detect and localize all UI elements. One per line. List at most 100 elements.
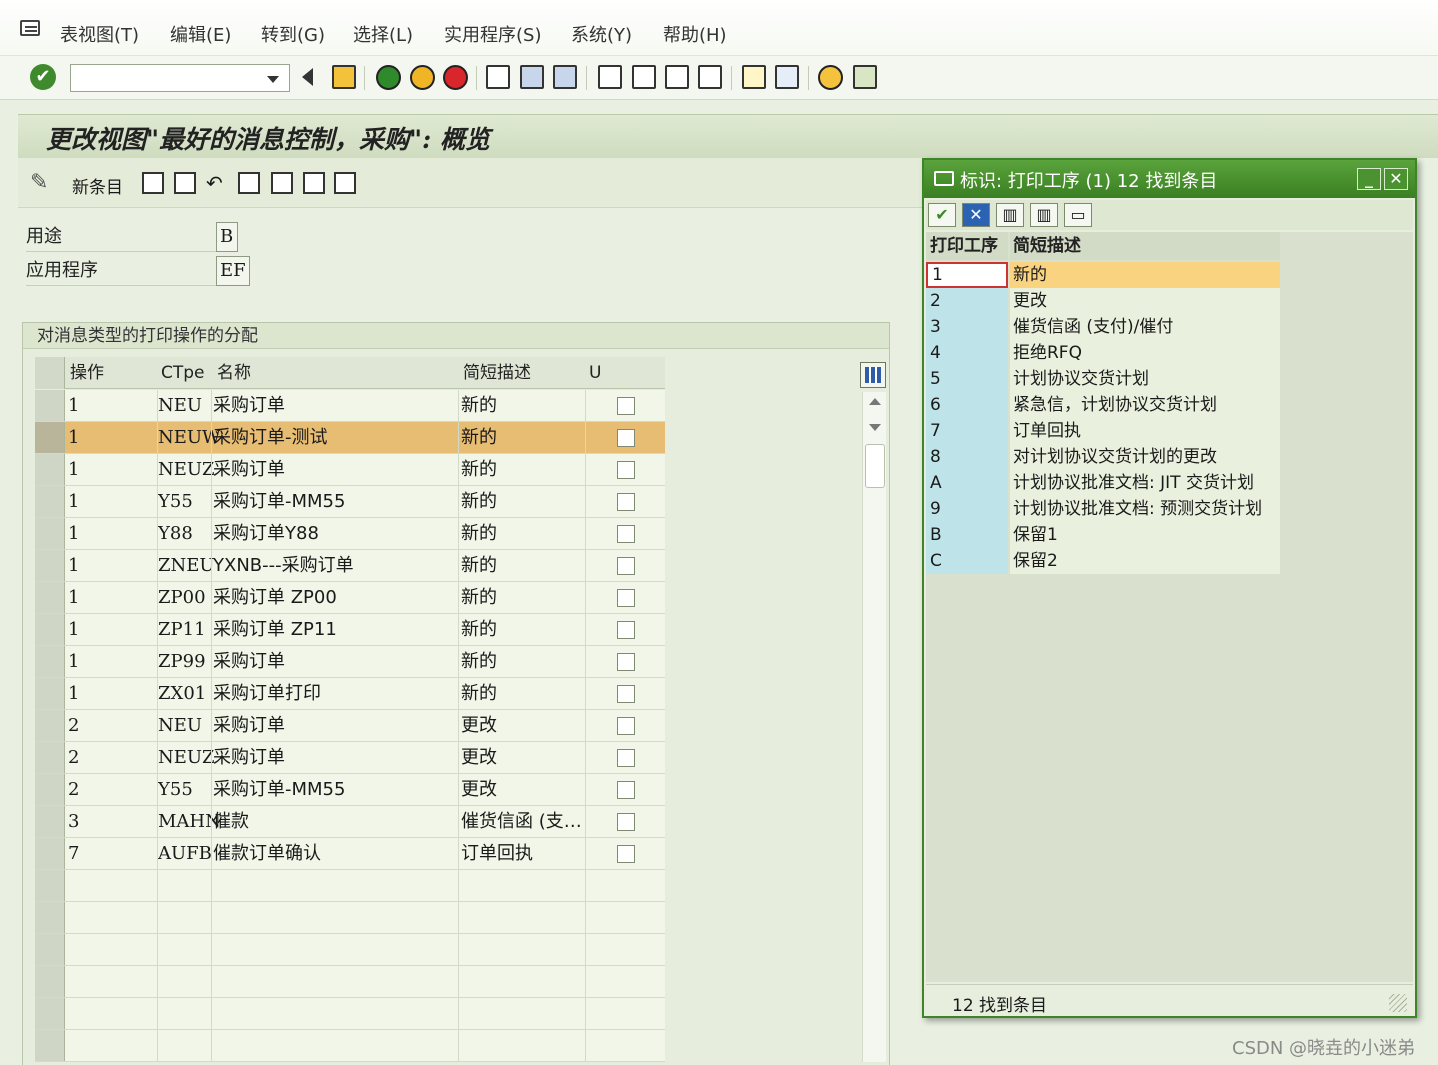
- table-row[interactable]: 2 Y55 采购订单-MM55 更改: [35, 774, 665, 806]
- hit-list-row[interactable]: A 计划协议批准文档: JIT 交货计划: [926, 470, 1280, 496]
- deselect-all-icon[interactable]: [303, 172, 325, 194]
- col-u[interactable]: U: [585, 357, 601, 389]
- find-icon[interactable]: [520, 65, 544, 89]
- u-checkbox[interactable]: [617, 461, 635, 479]
- u-checkbox[interactable]: [617, 493, 635, 511]
- col-operation[interactable]: 操作: [66, 357, 104, 389]
- cell-short-description[interactable]: 新的: [1010, 262, 1280, 288]
- cell-ctpe[interactable]: Y88: [158, 518, 193, 549]
- command-field[interactable]: [70, 64, 290, 92]
- row-selector[interactable]: [35, 678, 65, 709]
- col-name[interactable]: 名称: [213, 357, 251, 389]
- cell-print-operation[interactable]: A: [926, 470, 1008, 496]
- menu-selection[interactable]: 选择(L): [353, 21, 413, 47]
- row-selector[interactable]: [35, 774, 65, 805]
- new-entries-button[interactable]: 新条目: [72, 173, 123, 198]
- table-settings-icon[interactable]: [860, 362, 886, 388]
- copy-as-icon[interactable]: [142, 172, 164, 194]
- row-selector[interactable]: [35, 582, 65, 613]
- table-row[interactable]: 1 ZNEU YXNB---采购订单 新的: [35, 550, 665, 582]
- u-checkbox[interactable]: [617, 397, 635, 415]
- cell-name[interactable]: 采购订单-测试: [213, 422, 457, 453]
- table-row[interactable]: 2 NEUZ 采购订单 更改: [35, 742, 665, 774]
- col-short-description[interactable]: 简短描述: [1010, 232, 1280, 260]
- menu-edit[interactable]: 编辑(E): [170, 21, 231, 47]
- select-all-cell[interactable]: [35, 357, 65, 389]
- u-checkbox[interactable]: [617, 717, 635, 735]
- cell-operation[interactable]: 2: [68, 774, 79, 805]
- u-checkbox[interactable]: [617, 845, 635, 863]
- scroll-up-icon[interactable]: [869, 398, 881, 405]
- enter-icon[interactable]: ✔: [30, 64, 56, 90]
- empty-table-row[interactable]: [35, 870, 665, 902]
- cell-short-description[interactable]: 紧急信，计划协议交货计划: [1010, 392, 1280, 418]
- row-selector[interactable]: [35, 518, 65, 549]
- row-selector[interactable]: [35, 614, 65, 645]
- cell-short-description[interactable]: 计划协议批准文档: 预测交货计划: [1010, 496, 1280, 522]
- table-row[interactable]: 1 ZP11 采购订单 ZP11 新的: [35, 614, 665, 646]
- cell-ctpe[interactable]: Y55: [158, 486, 193, 517]
- delete-icon[interactable]: [174, 172, 196, 194]
- cell-operation[interactable]: 1: [68, 550, 79, 581]
- u-checkbox[interactable]: [617, 429, 635, 447]
- u-checkbox[interactable]: [617, 813, 635, 831]
- row-selector[interactable]: [35, 742, 65, 773]
- cell-short-description[interactable]: 计划协议交货计划: [1010, 366, 1280, 392]
- cell-operation[interactable]: 1: [68, 614, 79, 645]
- usage-field[interactable]: B: [216, 222, 238, 252]
- minimize-icon[interactable]: _: [1357, 168, 1381, 190]
- cancel-icon[interactable]: [443, 65, 468, 90]
- hit-list-row[interactable]: 8 对计划协议交货计划的更改: [926, 444, 1280, 470]
- find-next-icon[interactable]: ▥: [1030, 203, 1058, 227]
- cell-name[interactable]: 采购订单-MM55: [213, 486, 457, 517]
- col-ctpe[interactable]: CTpe: [157, 357, 205, 389]
- hit-list-row[interactable]: 5 计划协议交货计划: [926, 366, 1280, 392]
- cell-name[interactable]: 采购订单 ZP00: [213, 582, 457, 613]
- cell-print-operation[interactable]: 1: [926, 262, 1008, 288]
- cell-ctpe[interactable]: ZP99: [158, 646, 206, 677]
- undo-change-icon[interactable]: ↶: [206, 172, 228, 194]
- cell-ctpe[interactable]: Y55: [158, 774, 193, 805]
- back-icon[interactable]: [376, 65, 401, 90]
- hit-list-row[interactable]: 2 更改: [926, 288, 1280, 314]
- row-selector[interactable]: [35, 646, 65, 677]
- find-next-icon[interactable]: [553, 65, 577, 89]
- hit-list-row[interactable]: 4 拒绝RFQ: [926, 340, 1280, 366]
- u-checkbox[interactable]: [617, 781, 635, 799]
- u-checkbox[interactable]: [617, 589, 635, 607]
- cell-print-operation[interactable]: 2: [926, 288, 1008, 314]
- row-selector[interactable]: [35, 454, 65, 485]
- row-selector[interactable]: [35, 486, 65, 517]
- col-print-operation[interactable]: 打印工序: [926, 232, 1008, 260]
- create-session-icon[interactable]: [742, 65, 766, 89]
- cell-print-operation[interactable]: 9: [926, 496, 1008, 522]
- edit-pencil-icon[interactable]: ✎: [30, 172, 52, 194]
- cell-ctpe[interactable]: NEUZ: [158, 742, 215, 773]
- print-icon[interactable]: [486, 65, 510, 89]
- row-selector[interactable]: [35, 1030, 65, 1061]
- cell-operation[interactable]: 7: [68, 838, 79, 869]
- cell-name[interactable]: 采购订单打印: [213, 678, 457, 709]
- cell-ctpe[interactable]: NEU: [158, 710, 202, 741]
- hit-list-row[interactable]: 6 紧急信，计划协议交货计划: [926, 392, 1280, 418]
- cell-short-description[interactable]: 保留2: [1010, 548, 1280, 574]
- row-selector[interactable]: [35, 550, 65, 581]
- table-row[interactable]: 1 ZX01 采购订单打印 新的: [35, 678, 665, 710]
- cell-short-description[interactable]: 对计划协议交货计划的更改: [1010, 444, 1280, 470]
- application-field[interactable]: EF: [216, 256, 250, 286]
- cell-name[interactable]: 采购订单-MM55: [213, 774, 457, 805]
- resize-grip-icon[interactable]: [1389, 994, 1407, 1012]
- cell-name[interactable]: 催款: [213, 806, 457, 837]
- row-selector[interactable]: [35, 998, 65, 1029]
- cell-short-description[interactable]: 计划协议批准文档: JIT 交货计划: [1010, 470, 1280, 496]
- cell-name[interactable]: YXNB---采购订单: [213, 550, 457, 581]
- layout-menu-icon[interactable]: [853, 65, 877, 89]
- select-all-icon[interactable]: [238, 172, 260, 194]
- dialog-window-icon[interactable]: [934, 171, 954, 186]
- menu-system[interactable]: 系统(Y): [571, 21, 632, 47]
- u-checkbox[interactable]: [617, 525, 635, 543]
- save-icon[interactable]: [332, 65, 356, 89]
- cell-print-operation[interactable]: 6: [926, 392, 1008, 418]
- col-description[interactable]: 简短描述: [459, 357, 531, 389]
- cell-operation[interactable]: 1: [68, 422, 79, 453]
